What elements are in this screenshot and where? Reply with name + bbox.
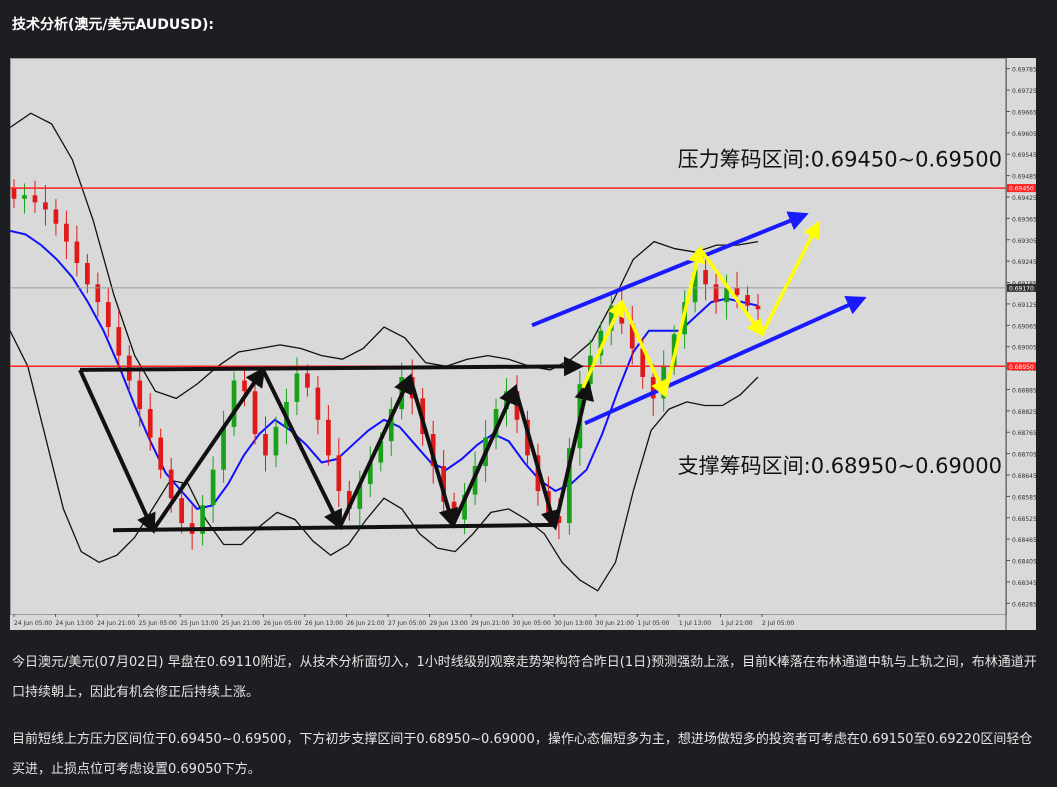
x-tick-label: 2 Jul 05:00 xyxy=(762,620,794,627)
x-tick-label: 30 Jun 13:00 xyxy=(554,620,592,627)
x-tick-label: 1 Jul 21:00 xyxy=(720,620,752,627)
price-label-0: 0.69450 xyxy=(1009,186,1034,193)
candle-body xyxy=(95,284,101,303)
y-tick-label: 0.68285 xyxy=(1012,601,1036,608)
candle-body xyxy=(242,380,247,392)
page-title: 技术分析(澳元/美元AUDUSD): xyxy=(12,17,214,33)
candle xyxy=(231,371,237,436)
candle-body xyxy=(703,270,708,285)
candle-body xyxy=(43,202,48,210)
x-tick-label: 26 Jun 21:00 xyxy=(346,620,384,627)
candle-body xyxy=(336,455,342,492)
candle-body xyxy=(168,469,174,499)
candle-body xyxy=(326,419,331,456)
x-tick-label: 24 Jun 21:00 xyxy=(97,620,135,627)
x-tick-label: 25 Jun 13:00 xyxy=(180,620,218,627)
candle-body xyxy=(137,380,143,410)
candle-body xyxy=(32,195,38,203)
candle-body xyxy=(713,284,719,303)
candle-body xyxy=(221,426,226,470)
support-zone-label: 支撑筹码区间:0.68950~0.69000 xyxy=(678,454,1002,478)
y-tick-label: 0.68525 xyxy=(1012,516,1036,523)
y-tick-label: 0.69605 xyxy=(1012,131,1036,138)
y-tick-label: 0.69065 xyxy=(1012,323,1036,330)
y-tick-label: 0.69725 xyxy=(1012,88,1036,95)
analysis-paragraph-2: 目前短线上方压力区间位于0.69450~0.69500，下方初步支撑区间于0.6… xyxy=(12,732,1033,777)
y-tick-label: 0.68465 xyxy=(1012,537,1036,544)
y-tick-label: 0.68345 xyxy=(1012,580,1036,587)
candle-body xyxy=(158,437,164,470)
y-tick-label: 0.69545 xyxy=(1012,152,1036,159)
candle-body xyxy=(210,469,216,506)
x-tick-label: 25 Jun 05:00 xyxy=(139,620,177,627)
x-tick-label: 26 Jun 05:00 xyxy=(263,620,301,627)
price-label-2: 0.68950 xyxy=(1009,364,1034,371)
x-tick-label: 27 Jun 05:00 xyxy=(388,620,426,627)
candle-body xyxy=(64,223,69,242)
price-chart: 0.69785 0.69725 0.69665 0.69605 0.69545 0.694… xyxy=(10,58,1036,630)
y-tick-label: 0.69485 xyxy=(1012,174,1036,181)
candle-body xyxy=(294,373,300,402)
y-tick-label: 0.69245 xyxy=(1012,259,1036,266)
y-tick-label: 0.69785 xyxy=(1012,67,1036,74)
x-tick-label: 30 Jun 21:00 xyxy=(596,620,634,627)
y-tick-label: 0.69665 xyxy=(1012,109,1036,116)
candle-body xyxy=(22,195,27,199)
candle-body xyxy=(53,209,59,224)
candle-body xyxy=(734,287,740,296)
candle-body xyxy=(231,380,237,427)
x-tick-label: 26 Jun 13:00 xyxy=(305,620,343,627)
candle-body xyxy=(11,188,17,199)
y-tick-label: 0.69365 xyxy=(1012,216,1036,223)
y-tick-label: 0.68585 xyxy=(1012,494,1036,501)
candle-body xyxy=(105,302,111,328)
candle-body xyxy=(116,327,122,356)
candle-body xyxy=(84,262,90,285)
resistance-zone-label: 压力筹码区间:0.69450~0.69500 xyxy=(678,148,1002,172)
x-tick-label: 25 Jun 21:00 xyxy=(222,620,260,627)
y-tick-label: 0.69305 xyxy=(1012,238,1036,245)
x-tick-label: 29 Jun 21:00 xyxy=(471,620,509,627)
y-tick-label: 0.69425 xyxy=(1012,195,1036,202)
price-label-1: 0.69170 xyxy=(1009,285,1034,292)
analysis-paragraph-1: 今日澳元/美元(07月02日) 早盘在0.69110附近，从技术分析面切入，1小… xyxy=(12,655,1037,700)
candle-body xyxy=(179,498,185,524)
y-tick-label: 0.68705 xyxy=(1012,452,1036,459)
candle-body xyxy=(305,373,310,388)
y-tick-label: 0.68405 xyxy=(1012,559,1036,566)
candle-body xyxy=(315,387,321,420)
candle-body xyxy=(252,391,258,435)
y-tick-label: 0.68885 xyxy=(1012,387,1036,394)
candle-body xyxy=(147,409,153,438)
candle-body xyxy=(263,434,268,456)
y-tick-label: 0.69125 xyxy=(1012,302,1036,309)
x-tick-label: 29 Jun 13:00 xyxy=(430,620,468,627)
candle-body xyxy=(745,295,750,306)
y-tick-label: 0.69005 xyxy=(1012,345,1036,352)
x-tick-label: 30 Jun 05:00 xyxy=(513,620,551,627)
y-tick-label: 0.68825 xyxy=(1012,409,1036,416)
candle-body xyxy=(74,241,80,263)
x-tick-label: 24 Jun 05:00 xyxy=(14,620,52,627)
chart-panel: 0.69785 0.69725 0.69665 0.69605 0.69545 0.694… xyxy=(10,58,1036,630)
candle-body xyxy=(273,426,279,456)
x-tick-label: 1 Jul 05:00 xyxy=(637,620,669,627)
x-tick-label: 1 Jul 13:00 xyxy=(679,620,711,627)
y-tick-label: 0.68765 xyxy=(1012,430,1036,437)
x-tick-label: 24 Jun 13:00 xyxy=(56,620,94,627)
candle-body xyxy=(755,305,761,310)
y-tick-label: 0.68645 xyxy=(1012,473,1036,480)
